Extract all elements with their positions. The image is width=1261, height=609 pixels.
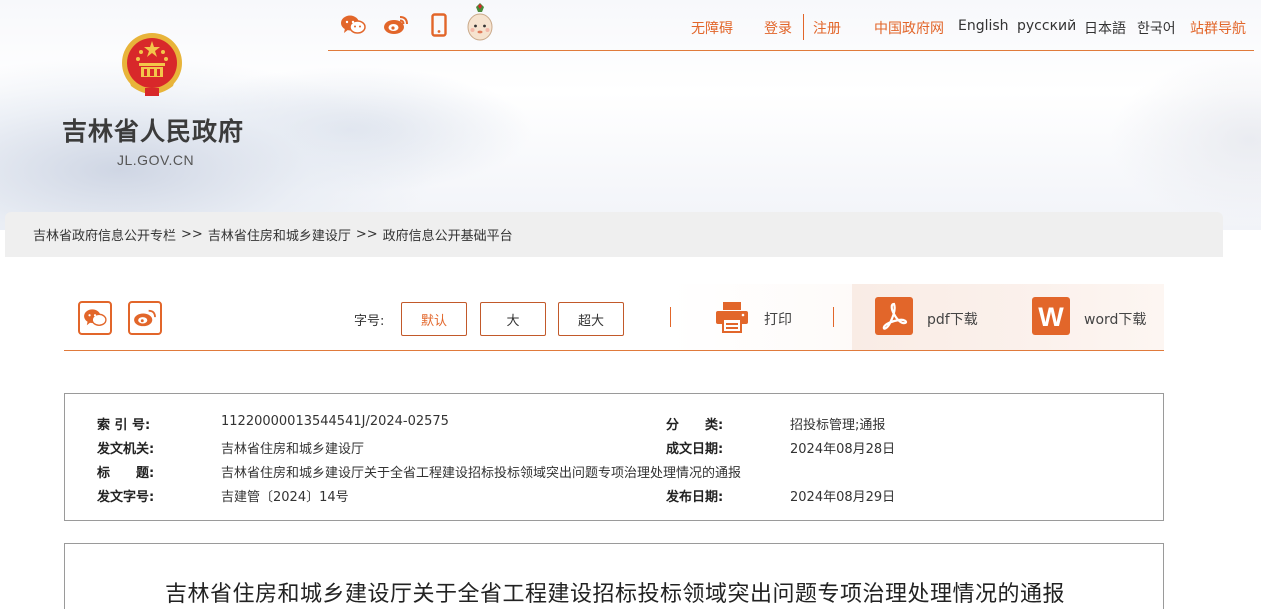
article-body: 吉林省住房和城乡建设厅关于全省工程建设招标投标领域突出问题专项治理处理情况的通报 — [64, 543, 1164, 609]
share-wechat-button[interactable] — [78, 301, 112, 335]
document-info-table: 索 引 号: 11220000013544541J/2024-02575 分 类… — [64, 393, 1164, 521]
index-value: 11220000013544541J/2024-02575 — [221, 414, 449, 429]
category-value: 招投标管理;通报 — [790, 418, 886, 433]
accessibility-link[interactable]: 无障碍 — [691, 18, 733, 38]
site-domain: JL.GOV.CN — [117, 152, 195, 168]
weibo-icon[interactable] — [383, 12, 409, 38]
register-link[interactable]: 注册 — [813, 18, 841, 38]
breadcrumb-item-housing-dept[interactable]: 吉林省住房和城乡建设厅 — [208, 225, 351, 244]
breadcrumb: 吉林省政府信息公开专栏 >> 吉林省住房和城乡建设厅 >> 政府信息公开基础平台 — [5, 212, 1223, 257]
mascot-icon[interactable] — [466, 2, 494, 44]
english-link[interactable]: English — [958, 18, 1009, 34]
font-size-default-button[interactable]: 默认 — [401, 302, 467, 336]
pdf-icon[interactable] — [875, 297, 913, 339]
site-nav-link[interactable]: 站群导航 — [1190, 18, 1246, 38]
wechat-icon — [84, 309, 107, 326]
mobile-icon[interactable] — [431, 12, 447, 38]
index-label: 索 引 号: — [97, 418, 151, 433]
weibo-icon — [134, 309, 156, 327]
font-size-large-button[interactable]: 大 — [480, 302, 546, 336]
written-date-value: 2024年08月28日 — [790, 442, 896, 457]
breadcrumb-item-info-column[interactable]: 吉林省政府信息公开专栏 — [33, 225, 176, 244]
font-size-label: 字号: — [354, 314, 385, 329]
title-label: 标 题: — [97, 466, 155, 481]
gov-portal-link[interactable]: 中国政府网 — [874, 18, 944, 38]
national-emblem-icon — [122, 33, 182, 96]
wechat-icon[interactable] — [340, 12, 366, 38]
issuer-value: 吉林省住房和城乡建设厅 — [221, 442, 365, 457]
published-date-label: 发布日期: — [666, 490, 724, 505]
issuer-label: 发文机关: — [97, 442, 155, 457]
title-value: 吉林省住房和城乡建设厅关于全省工程建设招标投标领域突出问题专项治理处理情况的通报 — [221, 466, 742, 481]
breadcrumb-separator: >> — [181, 227, 203, 242]
breadcrumb-item-info-platform[interactable]: 政府信息公开基础平台 — [383, 225, 513, 244]
russian-link[interactable]: русский — [1017, 18, 1076, 34]
written-date-label: 成文日期: — [666, 442, 724, 457]
share-weibo-button[interactable] — [128, 301, 162, 335]
category-label: 分 类: — [666, 418, 724, 433]
breadcrumb-separator: >> — [355, 227, 378, 242]
top-navigation-bar: 无障碍 登录 注册 中国政府网 English русский 日本語 한국어 … — [328, 0, 1254, 51]
doc-number-value: 吉建管〔2024〕14号 — [221, 490, 349, 505]
font-size-xlarge-button[interactable]: 超大 — [558, 302, 624, 336]
article-toolbar: 字号: 默认 大 超大 打印 pdf下载 W word下载 — [64, 284, 1164, 351]
site-name[interactable]: 吉林省人民政府 — [62, 112, 244, 148]
word-download-button[interactable]: word下载 — [1084, 309, 1146, 329]
japanese-link[interactable]: 日本語 — [1084, 18, 1126, 38]
korean-link[interactable]: 한국어 — [1137, 18, 1176, 38]
published-date-value: 2024年08月29日 — [790, 490, 896, 505]
toolbar-divider — [833, 307, 834, 327]
pdf-download-button[interactable]: pdf下载 — [927, 309, 978, 329]
doc-number-label: 发文字号: — [97, 490, 155, 505]
login-register-divider — [803, 14, 804, 40]
word-icon-letter: W — [1038, 302, 1064, 332]
print-button[interactable]: 打印 — [764, 309, 792, 329]
login-link[interactable]: 登录 — [764, 18, 792, 38]
toolbar-divider — [670, 307, 671, 327]
word-icon[interactable]: W — [1032, 297, 1070, 339]
printer-icon[interactable] — [715, 301, 749, 337]
article-title: 吉林省住房和城乡建设厅关于全省工程建设招标投标领域突出问题专项治理处理情况的通报 — [164, 582, 1065, 607]
